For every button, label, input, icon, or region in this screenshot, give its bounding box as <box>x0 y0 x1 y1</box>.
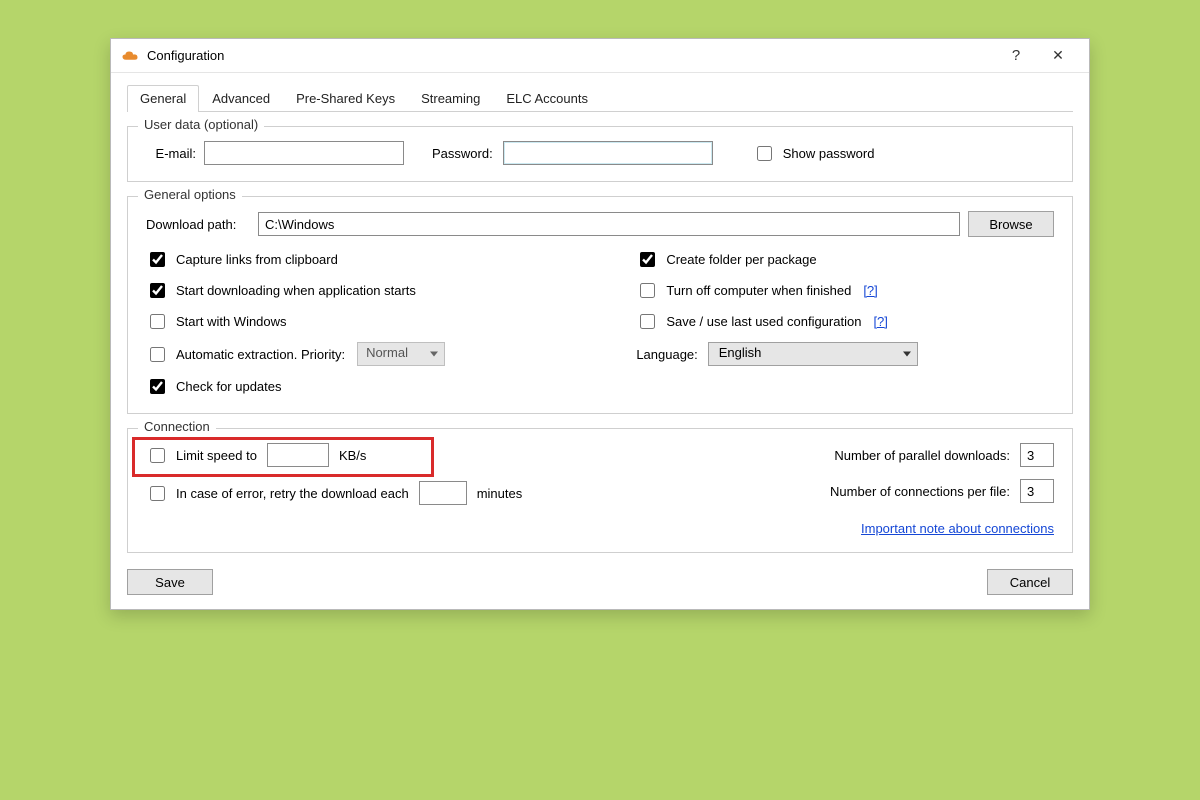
limit-speed-field[interactable] <box>267 443 329 467</box>
password-label: Password: <box>432 146 493 161</box>
tab-advanced[interactable]: Advanced <box>199 85 283 112</box>
legend-user-data: User data (optional) <box>138 117 264 132</box>
limit-speed-checkbox[interactable]: Limit speed to <box>146 445 257 466</box>
language-select[interactable]: English <box>708 342 918 366</box>
legend-general-options: General options <box>138 187 242 202</box>
chevron-down-icon <box>430 352 438 357</box>
dialog-footer: Save Cancel <box>127 569 1073 595</box>
group-user-data: User data (optional) E-mail: Password: S… <box>127 126 1073 182</box>
chevron-down-icon <box>903 352 911 357</box>
retry-minutes-field[interactable] <box>419 481 467 505</box>
cancel-button[interactable]: Cancel <box>987 569 1073 595</box>
capture-links-checkbox[interactable]: Capture links from clipboard <box>146 249 636 270</box>
browse-button[interactable]: Browse <box>968 211 1054 237</box>
tab-psk[interactable]: Pre-Shared Keys <box>283 85 408 112</box>
tab-streaming[interactable]: Streaming <box>408 85 493 112</box>
tab-general[interactable]: General <box>127 85 199 112</box>
group-general-options: General options Download path: Browse Ca… <box>127 196 1073 414</box>
titlebar: Configuration ? ✕ <box>111 39 1089 73</box>
show-password-checkbox[interactable]: Show password <box>753 143 875 164</box>
password-field[interactable] <box>503 141 713 165</box>
create-folder-checkbox[interactable]: Create folder per package <box>636 249 1054 270</box>
connections-per-file-field[interactable] <box>1020 479 1054 503</box>
priority-select: Normal <box>357 342 445 366</box>
start-with-windows-checkbox[interactable]: Start with Windows <box>146 311 636 332</box>
savelast-help-link[interactable]: [?] <box>873 314 887 329</box>
download-path-field[interactable] <box>258 212 960 236</box>
tab-elc[interactable]: ELC Accounts <box>493 85 601 112</box>
group-connection: Connection Limit speed to KB/s <box>127 428 1073 553</box>
save-button[interactable]: Save <box>127 569 213 595</box>
window-title: Configuration <box>147 48 224 63</box>
tab-strip: General Advanced Pre-Shared Keys Streami… <box>127 85 1073 112</box>
connections-per-file-label: Number of connections per file: <box>830 484 1010 499</box>
configuration-window: Configuration ? ✕ General Advanced Pre-S… <box>110 38 1090 610</box>
parallel-downloads-field[interactable] <box>1020 443 1054 467</box>
connections-note-link[interactable]: Important note about connections <box>861 521 1054 536</box>
parallel-downloads-label: Number of parallel downloads: <box>834 448 1010 463</box>
client-area: General Advanced Pre-Shared Keys Streami… <box>111 73 1089 609</box>
download-path-label: Download path: <box>146 217 250 232</box>
legend-connection: Connection <box>138 419 216 434</box>
save-last-config-checkbox[interactable]: Save / use last used configuration <box>636 311 861 332</box>
turn-off-checkbox[interactable]: Turn off computer when finished <box>636 280 851 301</box>
close-button[interactable]: ✕ <box>1037 39 1079 73</box>
retry-checkbox[interactable]: In case of error, retry the download eac… <box>146 483 409 504</box>
close-icon: ✕ <box>1052 47 1064 64</box>
minutes-label: minutes <box>477 486 523 501</box>
turnoff-help-link[interactable]: [?] <box>863 283 877 298</box>
start-download-checkbox[interactable]: Start downloading when application start… <box>146 280 636 301</box>
language-label: Language: <box>636 347 697 362</box>
help-button[interactable]: ? <box>995 39 1037 73</box>
kbs-label: KB/s <box>339 448 366 463</box>
check-updates-checkbox[interactable]: Check for updates <box>146 376 636 397</box>
auto-extract-checkbox[interactable]: Automatic extraction. Priority: <box>146 344 345 365</box>
app-cloud-icon <box>121 49 139 63</box>
email-field[interactable] <box>204 141 404 165</box>
email-label: E-mail: <box>146 146 196 161</box>
